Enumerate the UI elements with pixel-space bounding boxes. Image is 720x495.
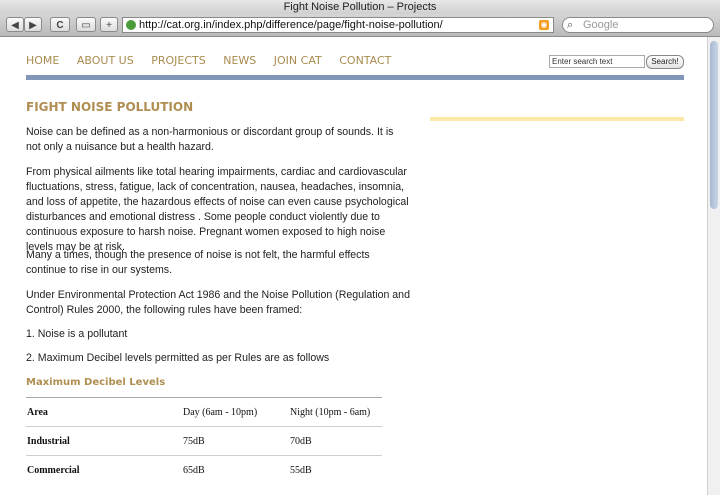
paragraph-effects: From physical ailments like total hearin… (26, 166, 409, 253)
browser-toolbar: ◀ ▶ C ▭ + http://cat.org.in/index.php/di… (0, 14, 720, 37)
table-cell: 75dB (182, 426, 289, 456)
table-header-row: Area Day (6am - 10pm) Night (10pm - 6am) (26, 397, 382, 427)
nav-join-cat[interactable]: JOIN CAT (274, 54, 322, 67)
add-bookmark-button[interactable]: + (100, 17, 118, 32)
page-title: FIGHT NOISE POLLUTION (26, 100, 194, 114)
screenshot-button[interactable]: ▭ (76, 17, 96, 32)
site-search-input[interactable]: Enter search text (549, 55, 645, 68)
table-cell: Area (26, 397, 182, 427)
browser-search-input[interactable]: ⌕ Google (562, 17, 714, 33)
table-cell: Day (6am - 10pm) (182, 397, 289, 427)
table-cell: Industrial (26, 426, 182, 456)
reload-button[interactable]: C (50, 17, 70, 32)
nav-projects[interactable]: PROJECTS (151, 54, 206, 67)
page-content: HOME ABOUT US PROJECTS NEWS JOIN CAT CON… (0, 37, 707, 495)
window-title: Fight Noise Pollution – Projects (0, 0, 720, 14)
table-cell: 70dB (289, 426, 382, 456)
paragraph-harmful: Many a times, though the presence of noi… (26, 249, 370, 276)
sidebar-divider (430, 117, 684, 121)
address-bar[interactable]: http://cat.org.in/index.php/difference/p… (122, 17, 554, 33)
url-text: http://cat.org.in/index.php/difference/p… (139, 19, 443, 31)
table-row: Commercial 65dB 55dB (26, 455, 382, 484)
list-item-pollutant: 1. Noise is a pollutant (26, 328, 128, 340)
nav-contact[interactable]: CONTACT (339, 54, 391, 67)
table-row: Industrial 75dB 70dB (26, 426, 382, 456)
nav-about-us[interactable]: ABOUT US (77, 54, 134, 67)
nav-home[interactable]: HOME (26, 54, 59, 67)
back-button[interactable]: ◀ (6, 17, 24, 32)
site-nav: HOME ABOUT US PROJECTS NEWS JOIN CAT CON… (26, 54, 405, 67)
browser-search-placeholder: Google (583, 19, 619, 31)
search-icon: ⌕ (567, 19, 574, 31)
table-heading: Maximum Decibel Levels (26, 377, 166, 388)
table-cell: 65dB (182, 455, 289, 484)
scrollbar-thumb[interactable] (710, 41, 718, 209)
list-item-decibel: 2. Maximum Decibel levels permitted as p… (26, 352, 330, 364)
favicon-icon (126, 20, 136, 30)
nav-news[interactable]: NEWS (223, 54, 256, 67)
table-cell: 55dB (289, 455, 382, 484)
rss-icon[interactable]: ◉ (539, 20, 549, 30)
table-cell: Commercial (26, 455, 182, 484)
decibel-table: Area Day (6am - 10pm) Night (10pm - 6am)… (26, 397, 382, 484)
header-divider (26, 75, 684, 80)
table-cell: Night (10pm - 6am) (289, 397, 382, 427)
vertical-scrollbar[interactable] (707, 37, 720, 495)
paragraph-intro: Noise can be defined as a non-harmonious… (26, 126, 394, 153)
camera-icon: ▭ (81, 20, 91, 31)
forward-button[interactable]: ▶ (24, 17, 42, 32)
paragraph-rules: Under Environmental Protection Act 1986 … (26, 289, 410, 316)
site-search-button[interactable]: Search! (646, 55, 684, 69)
